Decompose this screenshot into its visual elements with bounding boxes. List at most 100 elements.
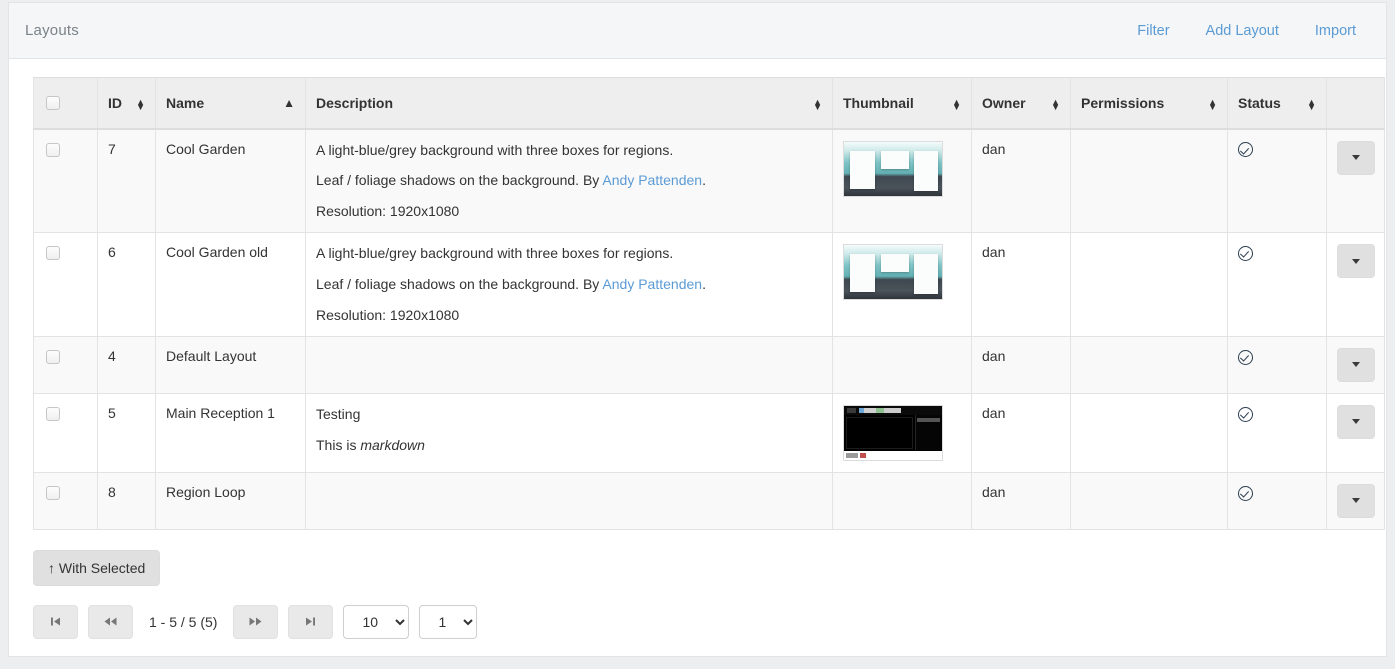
first-page-icon	[51, 617, 60, 626]
chevron-down-icon	[1352, 419, 1360, 425]
sort-neutral-icon: ▲ ▼	[952, 97, 961, 113]
row-select-cell	[33, 392, 98, 473]
table-footer: ↑ With Selected 1 - 5 / 5 (5) 10 1	[9, 530, 1386, 639]
next-page-icon	[249, 617, 262, 626]
cell-description	[305, 335, 833, 394]
sort-ascending-icon: ▲	[283, 95, 295, 110]
row-checkbox[interactable]	[46, 349, 60, 364]
description-line: Leaf / foliage shadows on the background…	[316, 171, 822, 190]
column-label-thumbnail: Thumbnail	[843, 94, 914, 111]
column-header-name[interactable]: Name ▲	[155, 77, 306, 130]
cell-permissions	[1070, 392, 1228, 473]
description-text: Leaf / foliage shadows on the background…	[316, 172, 603, 189]
cell-status	[1227, 335, 1327, 394]
row-select-cell	[33, 232, 98, 337]
cell-name: Default Layout	[155, 335, 306, 394]
cell-actions	[1326, 471, 1385, 530]
pagination-info: 1 - 5 / 5 (5)	[149, 613, 218, 630]
description-emphasis: markdown	[360, 436, 425, 453]
cell-name: Cool Garden	[155, 127, 306, 234]
region-box	[881, 150, 909, 169]
row-checkbox[interactable]	[46, 485, 60, 500]
column-header-permissions[interactable]: Permissions ▲ ▼	[1070, 77, 1228, 130]
cell-id: 7	[97, 127, 156, 234]
cell-description: Testing This is markdown	[305, 392, 833, 473]
status-ok-icon	[1238, 349, 1253, 365]
cell-actions	[1326, 232, 1385, 337]
status-ok-icon	[1238, 142, 1253, 158]
column-label-name: Name	[166, 94, 205, 111]
author-link[interactable]: Andy Pattenden	[602, 276, 702, 292]
filter-link[interactable]: Filter	[1137, 23, 1169, 39]
description-line: Testing	[316, 405, 361, 422]
column-header-status[interactable]: Status ▲ ▼	[1227, 77, 1327, 130]
page-size-select[interactable]: 102550100	[343, 604, 410, 639]
next-page-button[interactable]	[233, 604, 279, 639]
chevron-down-icon	[1352, 498, 1360, 504]
cell-name: Main Reception 1	[155, 392, 306, 473]
column-label-status: Status	[1238, 94, 1281, 111]
sort-neutral-icon: ▲ ▼	[813, 97, 822, 113]
status-ok-icon	[1238, 245, 1253, 261]
description-suffix: .	[702, 172, 706, 189]
table-header: ID ▲ ▼ Name ▲ Description ▲ ▼ Thumbnail …	[33, 77, 1385, 130]
column-header-owner[interactable]: Owner ▲ ▼	[971, 77, 1071, 130]
cell-permissions	[1070, 335, 1228, 394]
cell-id: 8	[97, 471, 156, 530]
region-box	[850, 254, 875, 293]
screenshot-thumbnail[interactable]	[843, 404, 943, 461]
row-actions-button[interactable]	[1337, 483, 1375, 518]
garden-layout-thumbnail[interactable]	[843, 244, 943, 301]
cell-thumbnail	[832, 127, 972, 234]
cell-actions	[1326, 127, 1385, 234]
chevron-down-icon	[1352, 155, 1360, 160]
thumbnail-bottom-accent	[860, 452, 866, 458]
column-header-id[interactable]: ID ▲ ▼	[97, 77, 156, 130]
row-checkbox[interactable]	[46, 246, 60, 261]
row-actions-button[interactable]	[1337, 244, 1375, 279]
cell-description: A light-blue/grey background with three …	[305, 232, 833, 337]
cell-name: Region Loop	[155, 471, 306, 530]
column-label-description: Description	[316, 94, 394, 111]
row-checkbox[interactable]	[46, 142, 60, 157]
column-header-description[interactable]: Description ▲ ▼	[305, 77, 833, 130]
layouts-table: ID ▲ ▼ Name ▲ Description ▲ ▼ Thumbnail …	[33, 77, 1385, 530]
with-selected-button[interactable]: ↑ With Selected	[33, 549, 161, 586]
thumbnail-chip	[847, 407, 856, 413]
row-select-cell	[33, 127, 98, 234]
cell-permissions	[1070, 471, 1228, 530]
page-number-select[interactable]: 1	[419, 604, 478, 639]
header-actions: Filter Add Layout Import	[1137, 23, 1364, 39]
description-text: This is	[316, 436, 361, 453]
region-box	[881, 254, 909, 273]
column-header-thumbnail[interactable]: Thumbnail ▲ ▼	[832, 77, 972, 130]
import-link[interactable]: Import	[1315, 23, 1356, 39]
add-layout-link[interactable]: Add Layout	[1206, 23, 1279, 39]
previous-page-icon	[104, 617, 117, 626]
cell-thumbnail	[832, 471, 972, 530]
row-actions-button[interactable]	[1337, 404, 1375, 439]
cell-id: 5	[97, 392, 156, 473]
panel-header: Layouts Filter Add Layout Import	[9, 3, 1386, 59]
layouts-panel: Layouts Filter Add Layout Import ID ▲ ▼ …	[8, 2, 1387, 657]
sort-neutral-icon: ▲ ▼	[1208, 97, 1217, 113]
cell-thumbnail	[832, 232, 972, 337]
row-checkbox[interactable]	[46, 406, 60, 421]
author-link[interactable]: Andy Pattenden	[602, 172, 702, 188]
select-all-checkbox[interactable]	[46, 95, 60, 110]
previous-page-button[interactable]	[88, 604, 133, 639]
garden-layout-thumbnail[interactable]	[843, 140, 943, 197]
row-actions-button[interactable]	[1337, 347, 1375, 382]
table-header-row: ID ▲ ▼ Name ▲ Description ▲ ▼ Thumbnail …	[33, 77, 1385, 130]
cell-status	[1227, 232, 1327, 337]
cell-actions	[1326, 335, 1385, 394]
cell-description	[305, 471, 833, 530]
row-actions-button[interactable]	[1337, 140, 1375, 175]
row-select-cell	[33, 335, 98, 394]
column-label-permissions: Permissions	[1081, 94, 1165, 111]
first-page-button[interactable]	[33, 604, 78, 639]
status-ok-icon	[1238, 406, 1253, 422]
last-page-button[interactable]	[288, 604, 334, 639]
cell-status	[1227, 471, 1327, 530]
description-line: A light-blue/grey background with three …	[316, 141, 674, 158]
